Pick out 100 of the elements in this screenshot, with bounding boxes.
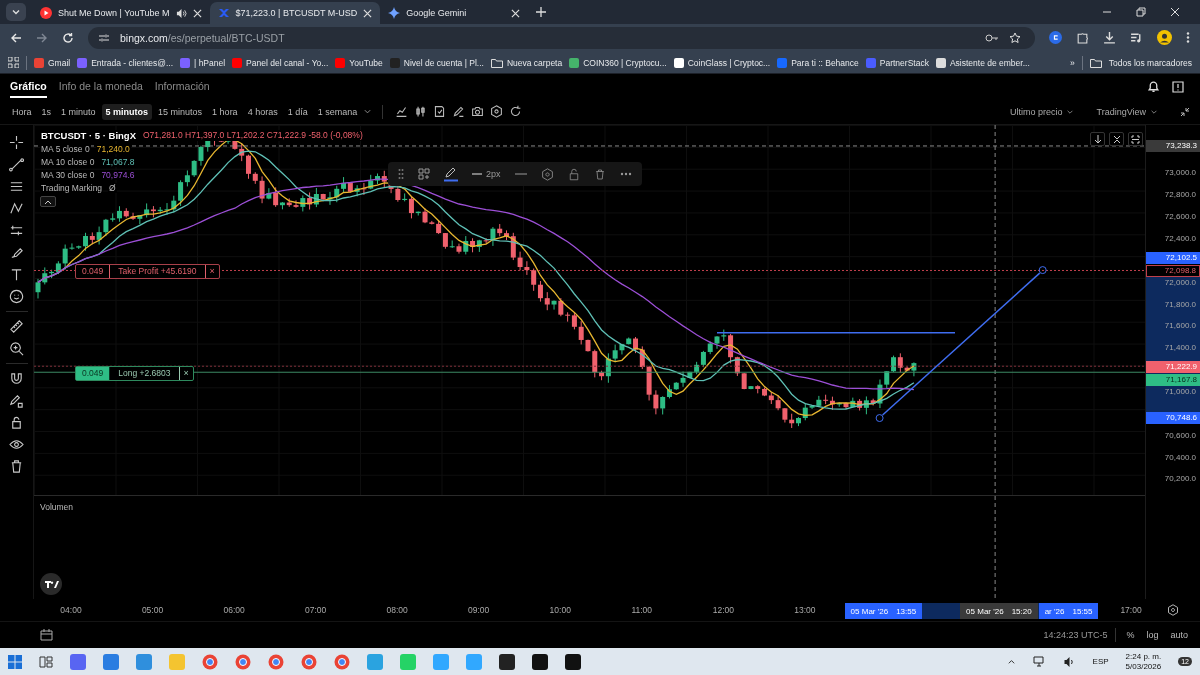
taskbar-time[interactable]: 2:24 p. m.	[1125, 651, 1162, 662]
interval-button[interactable]: 1 minuto	[57, 103, 100, 120]
ruler-icon[interactable]	[9, 319, 24, 335]
close-icon[interactable]	[363, 8, 373, 18]
tab-list-button[interactable]	[6, 3, 26, 21]
interval-button[interactable]: Hora	[8, 103, 36, 120]
collapse-legend-button[interactable]	[40, 196, 56, 208]
browser-tab[interactable]: Shut Me Down | YouTube M	[32, 2, 210, 24]
calendar-icon[interactable]	[40, 629, 53, 642]
close-button[interactable]: ×	[179, 366, 193, 380]
settings-icon[interactable]	[490, 105, 504, 119]
close-button[interactable]: ×	[205, 264, 219, 278]
media-icon[interactable]	[1130, 31, 1143, 45]
price-source-dropdown[interactable]: Ultimo precio	[1003, 105, 1081, 118]
interval-button[interactable]: 1 semana	[313, 103, 362, 120]
fit-button[interactable]	[1109, 132, 1124, 147]
key-icon[interactable]	[985, 32, 999, 43]
network-icon[interactable]	[1032, 655, 1046, 668]
close-icon[interactable]	[511, 8, 521, 18]
drag-handle-icon[interactable]	[398, 168, 404, 181]
all-bookmarks-link[interactable]: Todos los marcadores	[1108, 57, 1192, 68]
interval-button[interactable]: 1 día	[283, 103, 312, 120]
restore-icon[interactable]	[1136, 7, 1146, 17]
templates-icon[interactable]	[418, 168, 430, 181]
download-icon[interactable]	[1103, 31, 1116, 45]
text-icon[interactable]	[9, 267, 24, 283]
forward-icon[interactable]	[36, 31, 48, 44]
pencil-icon[interactable]	[9, 393, 24, 409]
trend-line-icon[interactable]	[9, 157, 24, 173]
scroll-down-button[interactable]	[1090, 132, 1105, 147]
avatar-icon[interactable]	[1157, 30, 1172, 46]
app-icon[interactable]	[565, 653, 581, 670]
new-tab-icon[interactable]	[536, 7, 547, 17]
app-icon[interactable]	[499, 653, 515, 670]
menu-icon[interactable]	[1186, 31, 1190, 45]
line-width-button[interactable]: 2px	[472, 169, 501, 180]
info-box-icon[interactable]	[1172, 80, 1184, 93]
candles-icon[interactable]	[414, 105, 428, 119]
apps-grid-icon[interactable]	[8, 57, 19, 68]
hidden-marker[interactable]: Ø	[108, 183, 117, 194]
interval-button[interactable]: 15 minutos	[154, 103, 207, 120]
page-tab[interactable]: Info de la moneda	[58, 75, 143, 98]
puzzle-icon[interactable]	[1076, 31, 1089, 45]
bell-icon[interactable]	[1147, 80, 1160, 94]
auto-toggle[interactable]: auto	[1168, 630, 1190, 641]
bookmark-link[interactable]: Entrada - clientes@...	[91, 57, 174, 68]
bookmark-link[interactable]: | hPanel	[194, 57, 226, 68]
bookmark-link[interactable]: COIN360 | Cryptocu...	[583, 57, 667, 68]
settings-icon[interactable]	[540, 167, 554, 181]
interval-button[interactable]: 1 hora	[208, 103, 242, 120]
bookmark-link[interactable]: Asistente de ember...	[949, 57, 1030, 68]
unlock-icon[interactable]	[567, 167, 580, 181]
extension-badge-icon[interactable]	[1049, 31, 1062, 45]
fullscreen-button[interactable]	[1128, 132, 1143, 147]
brush-icon[interactable]	[9, 245, 24, 261]
address-bar[interactable]: bingx.com/es/perpetual/BTC-USDT	[88, 26, 1035, 49]
close-icon[interactable]	[1170, 7, 1180, 17]
task-view-icon[interactable]	[39, 654, 53, 669]
settings-icon[interactable]	[1166, 604, 1179, 617]
interval-button[interactable]: 1s	[37, 103, 56, 120]
smiley-icon[interactable]	[9, 289, 24, 305]
indicators-icon[interactable]	[395, 105, 409, 119]
camera-icon[interactable]	[471, 105, 485, 119]
bookmark-link[interactable]: Gmail	[48, 57, 71, 68]
crosshair-icon[interactable]	[9, 135, 24, 151]
log-toggle[interactable]: log	[1144, 630, 1161, 641]
percent-toggle[interactable]: %	[1124, 630, 1137, 641]
language-indicator[interactable]: ESP	[1092, 657, 1109, 667]
browser-tab[interactable]: $71,223.0 | BTCUSDT M-USD	[209, 2, 381, 24]
browser-tab[interactable]: Google Gemini	[380, 2, 529, 24]
pencil-color-icon[interactable]	[444, 166, 458, 182]
reload-icon[interactable]	[62, 31, 74, 44]
bookmark-link[interactable]: YouTube	[349, 57, 383, 68]
interval-button[interactable]: 4 horas	[243, 103, 282, 120]
pencil-icon[interactable]	[452, 105, 466, 119]
bookmark-link[interactable]: PartnerStack	[879, 57, 929, 68]
page-tab[interactable]: Información	[154, 75, 210, 98]
lock-icon[interactable]	[9, 415, 24, 431]
back-icon[interactable]	[10, 31, 22, 44]
speaker-icon[interactable]	[1062, 655, 1076, 668]
page-tab[interactable]: Gráfico	[10, 75, 47, 98]
close-icon[interactable]	[192, 8, 202, 18]
chevron-up-icon[interactable]	[1006, 657, 1016, 667]
star-icon[interactable]	[1009, 31, 1021, 44]
more-icon[interactable]	[619, 172, 632, 177]
bookmark-link[interactable]: Nivel de cuenta | Pl...	[403, 57, 484, 68]
chart-style-dropdown[interactable]: TradingView	[1090, 105, 1164, 118]
bookmark-link[interactable]: Panel del canal - Yo...	[246, 57, 329, 68]
bookmark-link[interactable]: Para ti :: Behance	[791, 57, 859, 68]
more-bookmarks-button[interactable]: »	[1070, 57, 1075, 68]
bookmark-link[interactable]: CoinGlass | Cryptoc...	[687, 57, 771, 68]
template-icon[interactable]	[433, 105, 447, 119]
start-icon[interactable]	[8, 654, 22, 669]
trash-icon[interactable]	[9, 459, 24, 475]
reset-icon[interactable]	[509, 105, 523, 119]
magnet-icon[interactable]	[9, 371, 24, 387]
line-style-icon[interactable]	[514, 172, 527, 177]
zoom-in-icon[interactable]	[9, 341, 24, 357]
collapse-icon[interactable]	[1180, 106, 1190, 117]
interval-button[interactable]: 5 minutos	[101, 103, 153, 120]
